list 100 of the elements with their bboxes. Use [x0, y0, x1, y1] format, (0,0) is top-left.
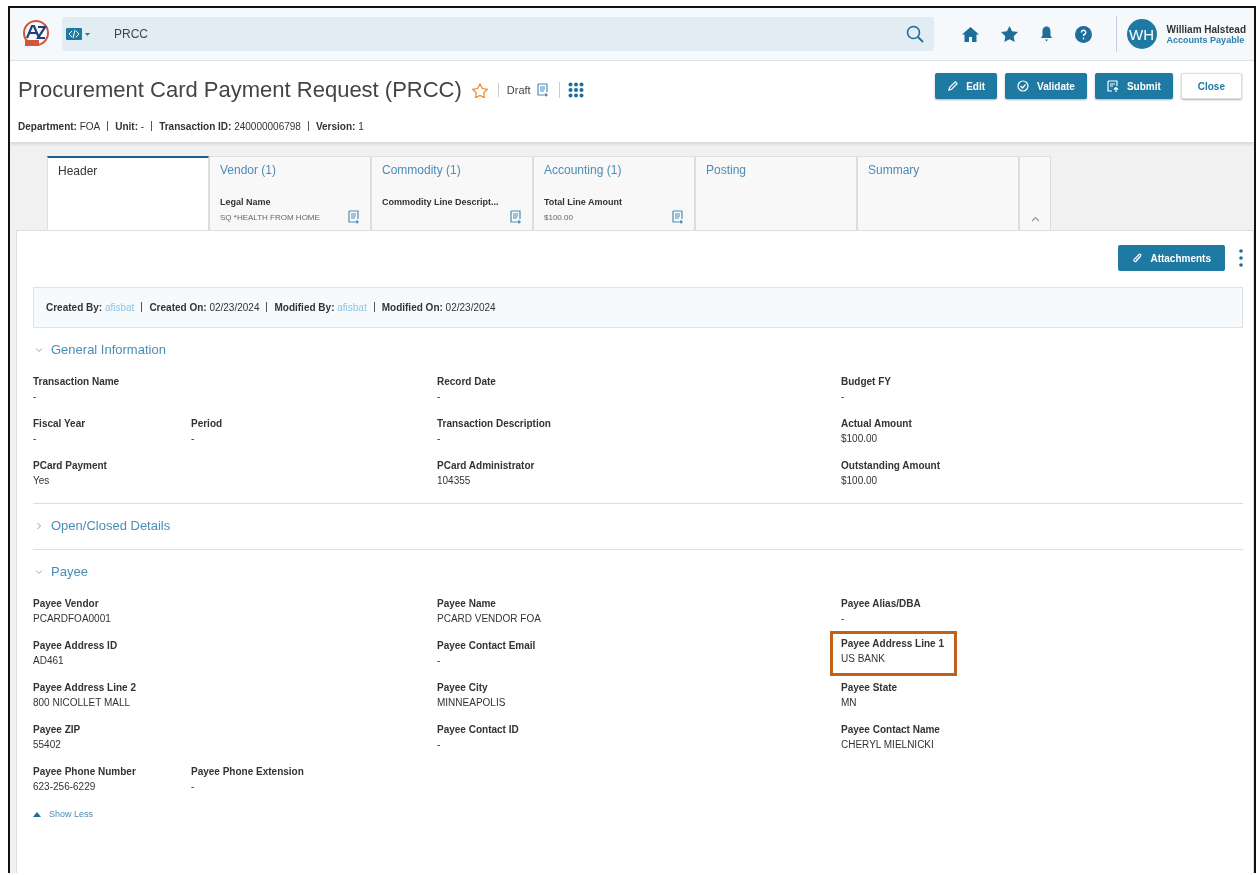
- apps-grid-icon[interactable]: [567, 82, 584, 98]
- field-label: Transaction Name: [33, 376, 121, 387]
- field-label: Payee Contact Name: [841, 724, 941, 735]
- search-icon[interactable]: [905, 25, 924, 43]
- chevron-up-icon[interactable]: [1030, 216, 1040, 222]
- section-header[interactable]: Open/Closed Details: [33, 518, 171, 533]
- tab-field-value: $100.00: [544, 212, 573, 222]
- info-item: Department: FOA: [18, 121, 101, 132]
- action-button[interactable]: Edit: [935, 73, 998, 99]
- field-value: Yes: [33, 475, 51, 486]
- field-label: Payee Alias/DBA: [841, 598, 922, 609]
- chevron-icon: [35, 567, 43, 576]
- document-icon[interactable]: [536, 83, 549, 97]
- tab[interactable]: Accounting (1) Total Line Amount $100.00: [533, 156, 695, 230]
- field-value: MINNEAPOLIS: [437, 697, 507, 708]
- audit-label: Created By:: [46, 302, 103, 313]
- chevron-icon: [35, 521, 43, 530]
- field-value: -: [191, 433, 196, 444]
- tab-field-label: Commodity Line Descript...: [382, 197, 500, 207]
- field-label: Payee Address Line 2: [33, 682, 137, 693]
- show-less-link[interactable]: Show Less: [33, 809, 94, 819]
- field-label: Payee Name: [437, 598, 497, 609]
- field-label: Record Date: [437, 376, 497, 387]
- tab-field-value: SQ *HEALTH FROM HOME: [220, 212, 320, 222]
- field-value: -: [437, 655, 442, 666]
- audit-label: Modified By:: [274, 302, 335, 313]
- star-icon[interactable]: [471, 82, 488, 98]
- field-value: -: [437, 739, 442, 750]
- code-menu-icon[interactable]: [66, 27, 92, 41]
- field-value: 623-256-6229: [33, 781, 97, 792]
- field-value: AD461: [33, 655, 65, 666]
- section-header[interactable]: Payee: [33, 564, 88, 579]
- field-label: Payee City: [437, 682, 489, 693]
- tab-label: Header: [58, 164, 99, 178]
- field-label: Transaction Description: [437, 418, 552, 429]
- tab-label: Commodity (1): [382, 163, 462, 177]
- star-icon[interactable]: [1000, 26, 1018, 42]
- field-value: 55402: [33, 739, 62, 750]
- field-label: Payee Contact Email: [437, 640, 537, 651]
- info-item: Transaction ID: 240000006798: [159, 121, 301, 132]
- paperclip-icon: [1132, 252, 1143, 264]
- field-value: -: [437, 433, 442, 444]
- action-button[interactable]: Validate: [1005, 73, 1087, 99]
- home-icon[interactable]: [961, 26, 979, 42]
- tab-label: Summary: [868, 163, 921, 177]
- info-item: Version: 1: [315, 121, 364, 132]
- field-label: PCard Administrator: [437, 460, 536, 471]
- field-label: Budget FY: [841, 376, 892, 387]
- document-upload-icon: [1106, 79, 1119, 93]
- field-value: MN: [841, 697, 858, 708]
- tab[interactable]: Vendor (1) Legal Name SQ *HEALTH FROM HOME: [209, 156, 371, 230]
- field-label: Period: [191, 418, 224, 429]
- field-label: Payee ZIP: [33, 724, 82, 735]
- field-value: 800 NICOLLET MALL: [33, 697, 132, 708]
- field-value: -: [841, 613, 846, 624]
- field-value: PCARDFOA0001: [33, 613, 112, 624]
- more-icon[interactable]: [1239, 249, 1243, 267]
- field-value: US BANK: [841, 653, 886, 664]
- field-label: PCard Payment: [33, 460, 108, 471]
- field-label: Fiscal Year: [33, 418, 87, 429]
- tab[interactable]: Header: [47, 156, 209, 230]
- field-value: -: [437, 391, 442, 402]
- field-label: Payee Phone Number: [33, 766, 137, 777]
- document-icon[interactable]: [348, 210, 360, 224]
- document-icon[interactable]: [672, 210, 684, 224]
- field-value: -: [841, 391, 846, 402]
- field-value: $100.00: [841, 433, 879, 444]
- field-label: Payee Phone Extension: [191, 766, 305, 777]
- audit-value: 02/23/2024: [445, 302, 496, 313]
- field-label: Outstanding Amount: [841, 460, 942, 471]
- tab-label: Accounting (1): [544, 163, 623, 177]
- field-value: -: [33, 433, 38, 444]
- audit-label: Created On:: [149, 302, 207, 313]
- tab-label: Vendor (1): [220, 163, 278, 177]
- field-value: PCARD VENDOR FOA: [437, 613, 542, 624]
- check-circle-icon: [1017, 80, 1030, 92]
- user-name: William Halstead: [1166, 23, 1246, 35]
- section-header[interactable]: General Information: [33, 342, 166, 357]
- tab[interactable]: Posting: [695, 156, 857, 230]
- caret-up-icon: [33, 811, 41, 817]
- bell-icon[interactable]: [1039, 26, 1053, 42]
- tab[interactable]: Summary: [857, 156, 1019, 230]
- info-item: Unit: -: [115, 121, 145, 132]
- audit-value: 02/23/2024: [209, 302, 260, 313]
- field-value: 104355: [437, 475, 472, 486]
- document-icon[interactable]: [510, 210, 522, 224]
- close-button[interactable]: Close: [1180, 73, 1242, 99]
- attachments-button[interactable]: Attachments: [1118, 245, 1225, 271]
- user-avatar[interactable]: WH: [1126, 19, 1157, 49]
- field-label: Payee Address Line 1: [841, 638, 944, 649]
- tab[interactable]: Commodity (1) Commodity Line Descript...: [371, 156, 533, 230]
- tab-field-label: Total Line Amount: [544, 197, 623, 207]
- action-button[interactable]: Submit: [1094, 73, 1173, 99]
- help-icon[interactable]: [1074, 25, 1092, 43]
- chevron-icon: [35, 345, 43, 354]
- field-label: Actual Amount: [841, 418, 913, 429]
- field-label: Payee Vendor: [33, 598, 100, 609]
- field-label: Payee Contact ID: [437, 724, 520, 735]
- user-role: Accounts Payable: [1166, 34, 1246, 45]
- tab-field-label: Legal Name: [220, 197, 272, 207]
